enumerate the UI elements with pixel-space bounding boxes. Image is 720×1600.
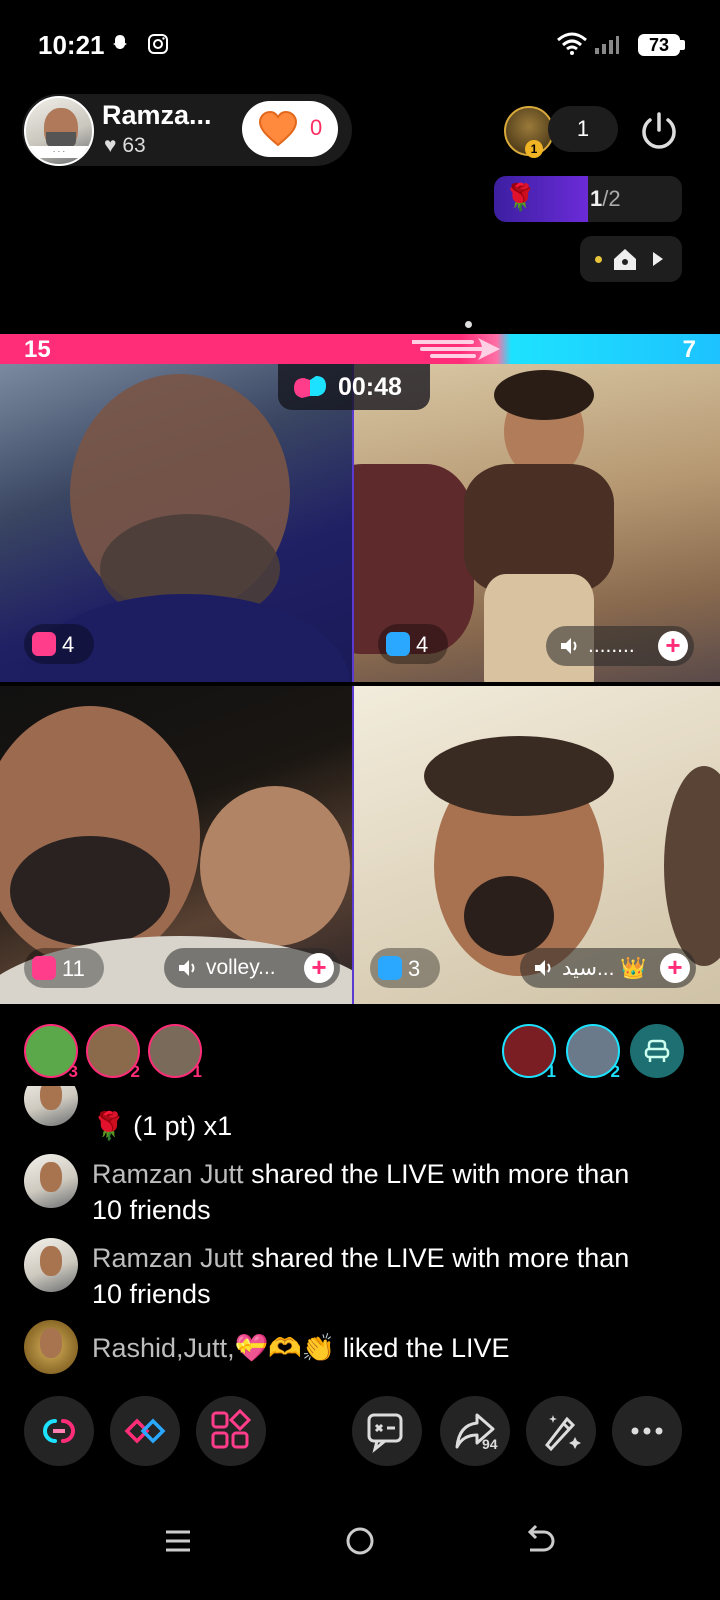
- instagram-icon: [148, 34, 168, 54]
- gift-counter-4[interactable]: 3: [370, 948, 440, 988]
- rose-icon: 🌹: [504, 182, 537, 212]
- features-button[interactable]: [196, 1396, 266, 1466]
- home-icon[interactable]: [612, 246, 638, 272]
- status-bar: 10:21 73: [0, 0, 720, 90]
- gift-icon: [32, 956, 56, 980]
- audio-label-2[interactable]: ........ +: [546, 626, 694, 666]
- link-icon: [43, 1419, 75, 1443]
- gift-counter-1[interactable]: 4: [24, 624, 94, 664]
- follow-button[interactable]: 0: [242, 101, 338, 157]
- chat-avatar[interactable]: [24, 1238, 78, 1292]
- guest-video-1[interactable]: 4: [0, 364, 352, 682]
- link-guest-button[interactable]: [24, 1396, 94, 1466]
- chat-avatar[interactable]: [24, 1154, 78, 1208]
- right-supporter-2[interactable]: 2: [566, 1024, 620, 1081]
- add-guest-button[interactable]: +: [304, 953, 334, 983]
- game-icon: [367, 1413, 403, 1453]
- magic-wand-icon: [545, 1415, 581, 1452]
- host-likes-count: 63: [122, 134, 146, 157]
- gift-counter-2[interactable]: 4: [378, 624, 448, 664]
- battle-score-bar: 15 7: [0, 334, 720, 364]
- rose-goal[interactable]: 🌹 1/2: [494, 176, 682, 222]
- heart-icon: ♥: [104, 134, 117, 157]
- divider-dot: [465, 321, 472, 328]
- apps-icon: [211, 1409, 252, 1449]
- more-icon: [631, 1427, 663, 1435]
- battle-icon: [124, 1418, 166, 1444]
- seat-button[interactable]: [630, 1024, 684, 1078]
- follow-count: 0: [310, 115, 323, 140]
- cell-divider-horizontal: [0, 682, 720, 686]
- chat-message: Rashid,Jutt,💝🫶👏 liked the LIVE: [24, 1320, 704, 1376]
- battle-button[interactable]: [110, 1396, 180, 1466]
- viewer-count[interactable]: 1: [548, 106, 618, 152]
- rose-goal-progress: 1/2: [590, 186, 621, 211]
- wifi-icon: [557, 32, 587, 55]
- clock: 10:21: [38, 30, 105, 60]
- boxing-glove-icon: [294, 376, 326, 398]
- battle-timer: 00:48: [278, 364, 430, 410]
- chat-feed[interactable]: 🌹 (1 pt) x1 Ramzan Jutt shared the LIVE …: [0, 1086, 720, 1386]
- chat-message: Ramzan Jutt shared the LIVE with more th…: [24, 1154, 704, 1230]
- left-supporter-2[interactable]: 2: [86, 1024, 140, 1081]
- status-dot: [595, 256, 602, 263]
- guest-video-4[interactable]: 3 سید... 👑 +: [354, 686, 720, 1004]
- mini-controls[interactable]: [580, 236, 682, 282]
- gift-counter-3[interactable]: 11: [24, 948, 104, 988]
- gift-icon: [32, 632, 56, 656]
- effects-button[interactable]: [526, 1396, 596, 1466]
- more-button[interactable]: [612, 1396, 682, 1466]
- game-button[interactable]: [352, 1396, 422, 1466]
- heart-icon: [258, 111, 298, 147]
- battery-tip: [680, 40, 685, 50]
- system-nav-bar: [0, 1500, 720, 1600]
- share-button[interactable]: 94: [440, 1396, 510, 1466]
- host-avatar[interactable]: · · ·: [24, 96, 94, 166]
- home-nav-icon[interactable]: [330, 1512, 390, 1572]
- viewer-rank-badge: 1: [525, 140, 543, 158]
- right-team-score: 7: [682, 336, 696, 363]
- top-viewer-avatar[interactable]: 1: [504, 106, 554, 158]
- chat-text: Ramzan Jutt shared the LIVE with more th…: [92, 1243, 630, 1309]
- play-icon[interactable]: [650, 250, 666, 268]
- chat-text: Ramzan Jutt shared the LIVE with more th…: [92, 1159, 630, 1225]
- snapchat-icon: [113, 35, 127, 49]
- audio-label-3[interactable]: volley... +: [164, 948, 340, 988]
- left-supporter-3[interactable]: 3: [24, 1024, 78, 1081]
- left-supporter-1[interactable]: 1: [148, 1024, 202, 1081]
- battle-timer-text: 00:48: [338, 373, 402, 401]
- chat-avatar[interactable]: [24, 1320, 78, 1374]
- guest-video-3[interactable]: 11 volley... +: [0, 686, 352, 1004]
- close-live-button[interactable]: [636, 108, 682, 154]
- signal-icon: [595, 36, 619, 54]
- gift-icon: [386, 632, 410, 656]
- left-team-score: 15: [24, 336, 51, 363]
- speaker-icon: [561, 638, 577, 654]
- host-name: Ramza...: [102, 100, 212, 130]
- chat-text: 🌹 (1 pt) x1: [92, 1111, 233, 1141]
- speaker-icon: [179, 960, 195, 976]
- gift-icon: [378, 956, 402, 980]
- guest-video-2[interactable]: 4 ........ +: [354, 364, 720, 682]
- add-guest-button[interactable]: +: [660, 953, 690, 983]
- share-count: 94: [482, 1436, 498, 1452]
- add-guest-button[interactable]: +: [658, 631, 688, 661]
- menu-icon[interactable]: [148, 1512, 208, 1572]
- back-icon[interactable]: [510, 1512, 570, 1572]
- audio-label-4[interactable]: سید... 👑 +: [520, 948, 696, 988]
- speaker-icon: [535, 960, 551, 976]
- chat-message: Ramzan Jutt shared the LIVE with more th…: [24, 1238, 704, 1314]
- chat-text: Rashid,Jutt,💝🫶👏 liked the LIVE: [92, 1333, 510, 1363]
- battery-indicator: 73: [638, 34, 680, 56]
- chat-avatar[interactable]: [24, 1086, 78, 1126]
- seat-icon: [644, 1039, 670, 1062]
- host-info[interactable]: · · · Ramza... ♥ 63 0: [22, 94, 352, 166]
- right-supporter-1[interactable]: 1: [502, 1024, 556, 1081]
- battle-spark-icon: [412, 338, 500, 360]
- host-likes: ♥ 63: [104, 134, 146, 158]
